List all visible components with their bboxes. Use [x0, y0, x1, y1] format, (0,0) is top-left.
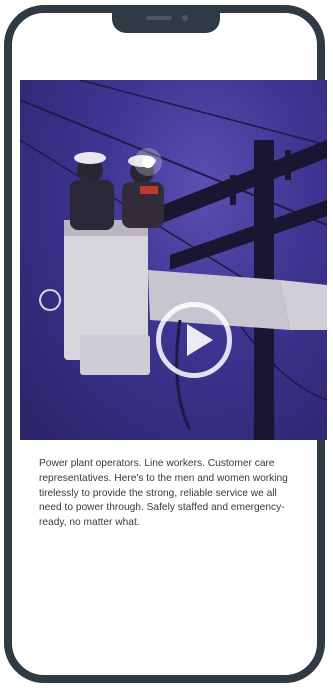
video-caption: Power plant operators. Line workers. Cus… [39, 458, 288, 529]
video-thumbnail-scene [20, 80, 327, 440]
front-camera [182, 15, 188, 21]
phone-notch [112, 7, 220, 33]
video-player[interactable] [20, 80, 327, 440]
play-icon [187, 324, 213, 356]
play-button[interactable] [156, 302, 232, 378]
speaker-grille [146, 16, 172, 20]
